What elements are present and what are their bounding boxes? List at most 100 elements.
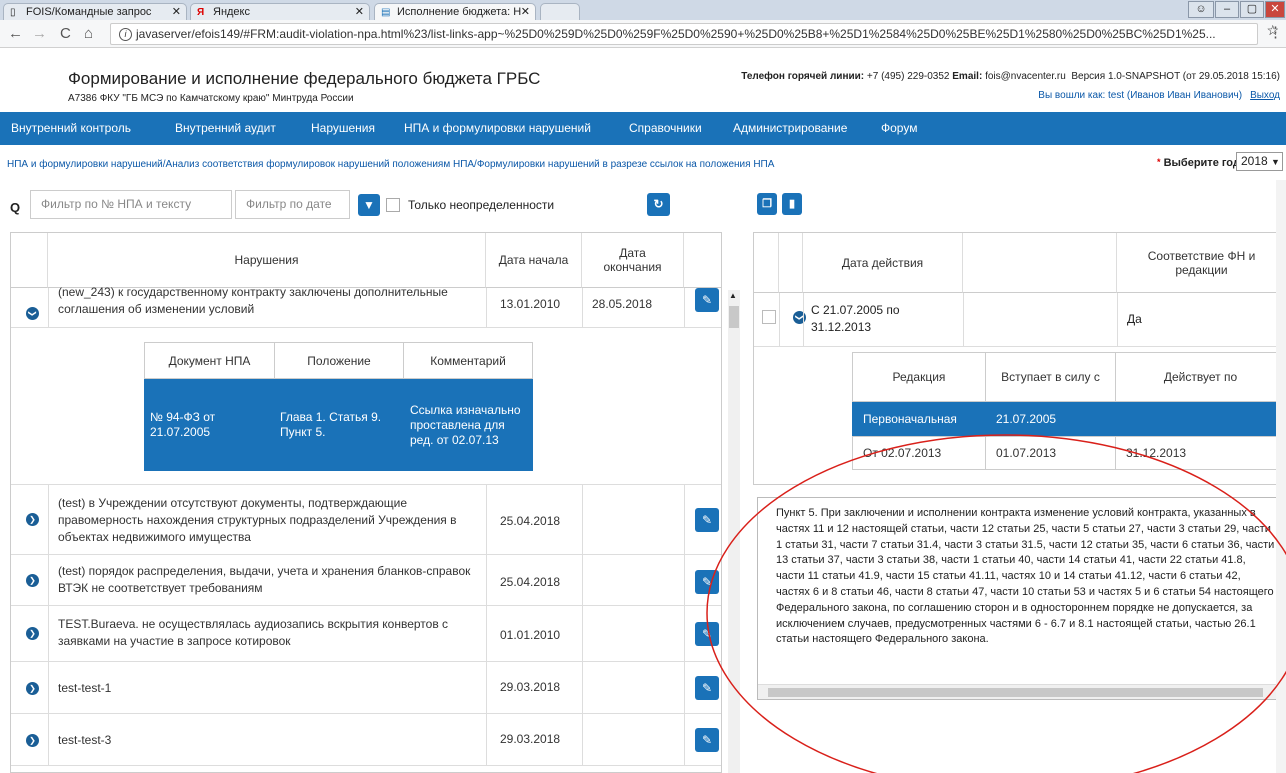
filter-icon[interactable]: ▼ (358, 194, 380, 216)
date-filter-input[interactable]: Фильтр по дате (235, 190, 350, 219)
subheader-effective-from: Вступает в силу с (985, 352, 1116, 402)
chevron-down-icon: ▼ (1271, 157, 1280, 167)
only-undefined-checkbox[interactable] (386, 198, 400, 212)
edition-from[interactable]: 21.07.2005 (985, 402, 1116, 436)
required-marker: * (1157, 157, 1161, 167)
page-scrollbar[interactable] (1276, 180, 1286, 773)
table-row[interactable]: ❯ С 21.07.2005 по 31.12.2013 Да (754, 293, 1285, 347)
expand-icon[interactable]: ❯ (793, 311, 806, 324)
maximize-icon[interactable]: ▢ (1240, 1, 1264, 18)
start-date: 25.04.2018 (500, 514, 561, 528)
table-row[interactable]: ❯ TEST.Buraeva. не осуществлялась аудиоз… (11, 606, 721, 662)
edition-until[interactable] (1115, 402, 1286, 436)
edition-name[interactable]: Первоначальная (852, 402, 986, 436)
violation-text: TEST.Buraeva. не осуществлялась аудиозап… (58, 617, 449, 648)
start-date: 25.04.2018 (500, 575, 561, 589)
hotline-value: +7 (495) 229-0352 (866, 71, 950, 82)
edit-icon[interactable]: ✎ (695, 508, 719, 532)
home-icon[interactable]: ⌂ (84, 25, 93, 43)
editions-subtable: Редакция Вступает в силу с Действует по … (852, 352, 1286, 470)
reload-icon[interactable]: C (60, 25, 71, 43)
expand-icon[interactable]: ❯ (26, 682, 39, 695)
header-end-date[interactable]: Дата окончания (582, 233, 684, 288)
menu-references[interactable]: Справочники (629, 121, 702, 135)
menu-violations[interactable]: Нарушения (311, 121, 375, 135)
copy-icon[interactable]: ❐ (757, 193, 777, 215)
header-action-date[interactable]: Дата действия (803, 233, 963, 293)
left-scrollbar[interactable] (728, 290, 740, 773)
menu-internal-control[interactable]: Внутренний контроль (11, 121, 131, 135)
table-row[interactable]: ❯ (test) в Учреждении отсутствуют докуме… (11, 485, 721, 555)
edition-until[interactable]: 31.12.2013 (1115, 436, 1286, 470)
left-scrollbar-thumb[interactable] (729, 306, 739, 328)
edition-from[interactable]: 01.07.2013 (985, 436, 1116, 470)
header-match[interactable]: Соответствие ФН и редакции (1117, 233, 1285, 293)
violation-text: (test) в Учреждении отсутствуют документ… (58, 496, 457, 544)
paste-icon[interactable]: ▮ (782, 193, 802, 215)
table-row[interactable]: ❯ (test) порядок распределения, выдачи, … (11, 555, 721, 606)
npa-comment[interactable]: Ссылка изначально проставлена для ред. о… (404, 379, 533, 471)
expand-icon[interactable]: ❯ (26, 307, 39, 320)
url-field[interactable]: i javaserver/efois149/#FRM:audit-violatio… (110, 23, 1258, 45)
page-icon: ▯ (10, 7, 16, 18)
header-start-date[interactable]: Дата начала (486, 233, 582, 288)
menu-forum[interactable]: Форум (881, 121, 917, 135)
refresh-icon[interactable]: ↻ (647, 193, 670, 216)
table-row[interactable]: ❯ (new_243) к государственному контракту… (11, 285, 721, 328)
header-blank (963, 233, 1117, 293)
logout-link[interactable]: Выход (1250, 90, 1280, 101)
menu-internal-audit[interactable]: Внутренний аудит (175, 121, 276, 135)
text-filter-input[interactable]: Фильтр по № НПА и тексту (30, 190, 232, 219)
expand-icon[interactable]: ❯ (26, 734, 39, 747)
expand-icon[interactable]: ❯ (26, 574, 39, 587)
violations-table: Нарушения Дата начала Дата окончания ❯ (… (10, 232, 722, 773)
menu-dots-icon[interactable]: ⋮ (1268, 24, 1283, 42)
close-icon[interactable]: ✕ (172, 5, 181, 18)
header-actions (684, 233, 721, 288)
npa-provision[interactable]: Глава 1. Статья 9. Пункт 5. (274, 379, 404, 471)
horizontal-scrollbar-thumb[interactable] (768, 688, 1263, 697)
edit-icon[interactable]: ✎ (695, 676, 719, 700)
tab-label: Исполнение бюджета: Н (397, 6, 522, 18)
breadcrumb[interactable]: НПА и формулировки нарушений/Анализ соот… (7, 159, 774, 170)
year-select[interactable]: 2018 ▼ (1236, 152, 1283, 171)
new-tab-button[interactable] (540, 3, 580, 20)
edit-icon[interactable]: ✎ (695, 622, 719, 646)
edit-icon[interactable]: ✎ (695, 728, 719, 752)
menu-administration[interactable]: Администрирование (733, 121, 847, 135)
npa-document[interactable]: № 94-ФЗ от 21.07.2005 (144, 379, 274, 471)
table-row[interactable]: ❯ test-test-3 29.03.2018 ✎ (11, 714, 721, 766)
action-period: С 21.07.2005 по 31.12.2013 (811, 303, 900, 334)
doc-icon: ▤ (381, 7, 391, 18)
app-title: Формирование и исполнение федерального б… (68, 69, 541, 88)
row-checkbox[interactable] (762, 310, 776, 324)
info-icon[interactable]: i (119, 28, 132, 42)
minimize-icon[interactable]: – (1215, 1, 1239, 18)
provision-text-panel[interactable]: Пункт 5. При заключении и исполнении кон… (757, 497, 1281, 700)
back-icon[interactable]: ← (8, 25, 23, 43)
close-icon[interactable]: ✕ (521, 5, 530, 18)
edition-name[interactable]: От 02.07.2013 (852, 436, 986, 470)
table-row[interactable]: ❯ test-test-1 29.03.2018 ✎ (11, 662, 721, 714)
edit-icon[interactable]: ✎ (695, 570, 719, 594)
browser-tab[interactable]: ▯ FOIS/Командные запрос ✕ (3, 3, 187, 20)
user-icon[interactable]: ☺ (1188, 1, 1214, 18)
provision-text: Пункт 5. При заключении и исполнении кон… (776, 507, 1275, 646)
horizontal-scrollbar[interactable] (758, 684, 1280, 699)
header-violations[interactable]: Нарушения (48, 233, 486, 288)
edit-icon[interactable]: ✎ (695, 288, 719, 312)
forward-icon[interactable]: → (32, 25, 47, 43)
expand-icon[interactable]: ❯ (26, 627, 39, 640)
menu-npa[interactable]: НПА и формулировки нарушений (404, 121, 591, 135)
close-icon[interactable]: ✕ (355, 5, 364, 18)
hotline-label: Телефон горячей линии: (741, 71, 865, 82)
expand-icon[interactable]: ❯ (26, 513, 39, 526)
main-menu: Внутренний контроль Внутренний аудит Нар… (0, 112, 1286, 145)
year-label-text: Выберите год: (1163, 157, 1244, 169)
scroll-up-icon[interactable]: ▲ (729, 291, 737, 300)
browser-tab[interactable]: Я Яндекс ✕ (190, 3, 370, 20)
tab-label: FOIS/Командные запрос (26, 6, 152, 18)
browser-tab-active[interactable]: ▤ Исполнение бюджета: Н ✕ (374, 3, 536, 20)
window-close-icon[interactable]: ✕ (1265, 1, 1285, 18)
subheader-edition: Редакция (852, 352, 986, 402)
